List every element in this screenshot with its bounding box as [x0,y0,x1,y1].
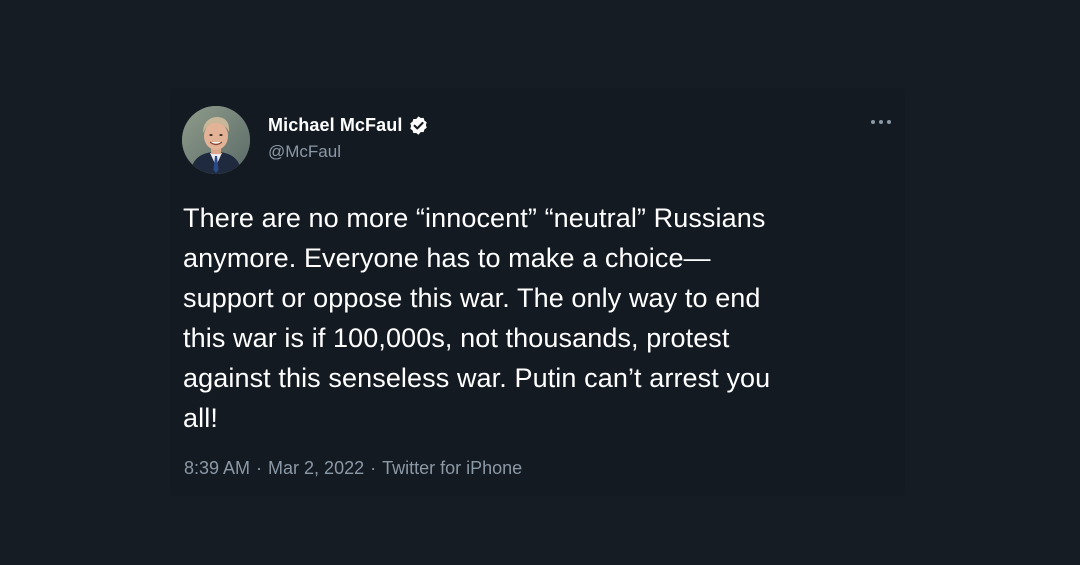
tweet-text: There are no more “innocent” “neutral” R… [183,203,771,433]
display-name-row: Michael McFaul [268,115,429,136]
tweet-metadata: 8:39 AM · Mar 2, 2022 · Twitter for iPhone [184,458,522,479]
verified-badge-icon [408,115,429,136]
more-horizontal-icon[interactable] [867,112,895,132]
display-name[interactable]: Michael McFaul [268,115,402,136]
tweet-card: Michael McFaul @McFaul There are no more… [170,88,905,496]
tweet-time[interactable]: 8:39 AM [184,458,250,478]
meta-separator: · [256,458,263,478]
avatar[interactable] [182,106,250,174]
tweet-header: Michael McFaul @McFaul [182,106,429,174]
tweet-date[interactable]: Mar 2, 2022 [268,458,364,478]
tweet-source[interactable]: Twitter for iPhone [382,458,522,478]
author-names: Michael McFaul @McFaul [268,115,429,162]
author-handle[interactable]: @McFaul [268,142,429,162]
meta-separator: · [370,458,377,478]
